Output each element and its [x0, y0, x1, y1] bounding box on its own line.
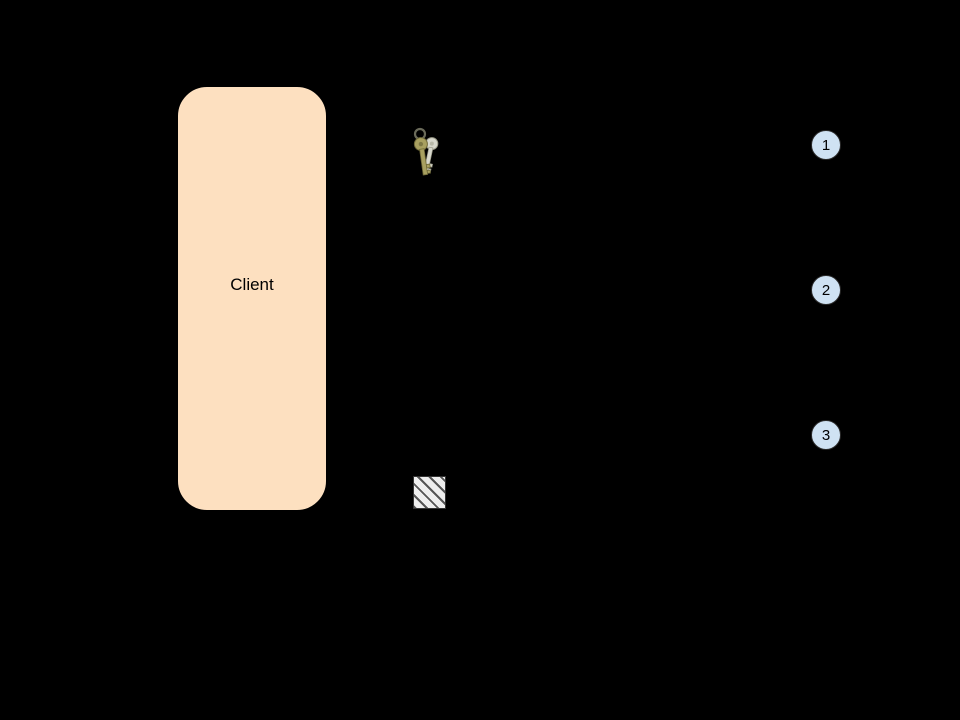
client-label: Client	[177, 275, 327, 295]
step-marker-3: 3	[811, 420, 841, 450]
keys-icon	[406, 127, 450, 182]
step-marker-2: 2	[811, 275, 841, 305]
hatched-box-icon	[413, 476, 446, 509]
step-marker-1: 1	[811, 130, 841, 160]
step-number: 1	[822, 137, 830, 154]
diagram-canvas: Client 1 2	[0, 0, 960, 720]
client-box	[177, 86, 327, 511]
step-number: 3	[822, 427, 830, 444]
step-number: 2	[822, 282, 830, 299]
